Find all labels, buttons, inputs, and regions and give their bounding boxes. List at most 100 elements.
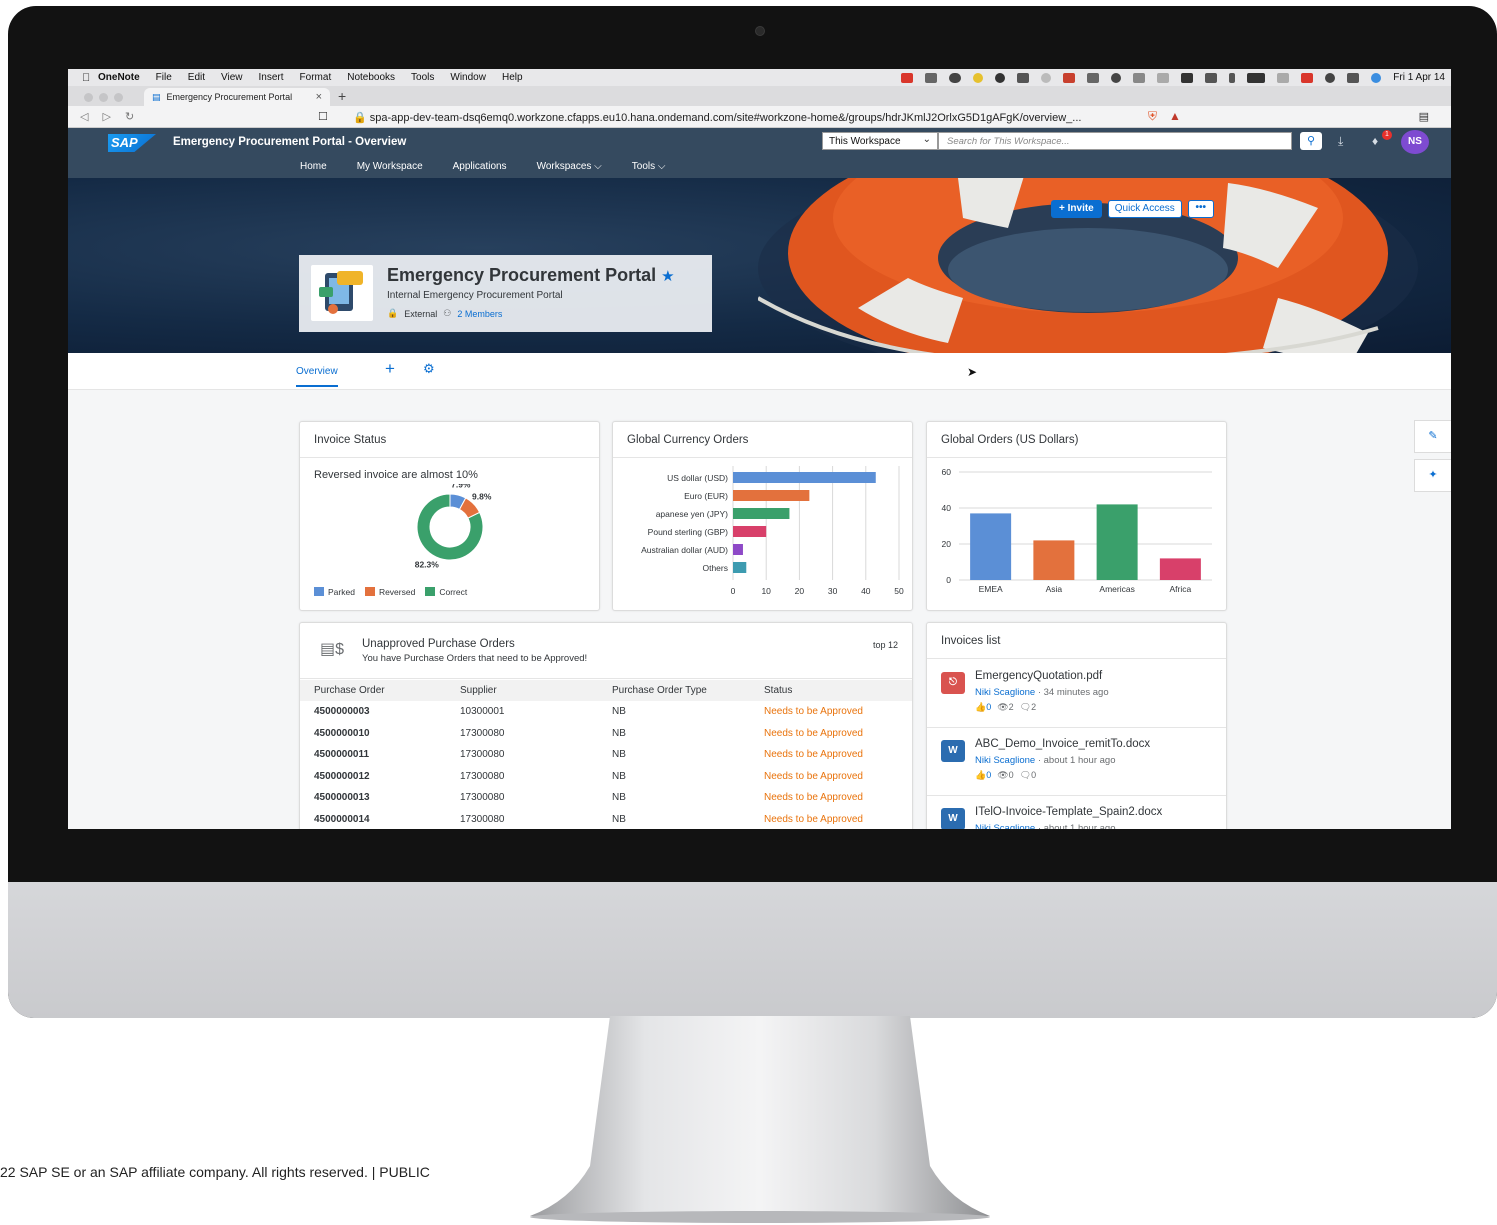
back-icon[interactable]: ◁ [80,110,88,123]
menu-file[interactable]: File [156,72,172,83]
layers-icon[interactable] [1133,72,1146,83]
key-icon[interactable] [1157,72,1170,83]
table-row[interactable]: 4500000011 17300080 NB Needs to be Approved [300,744,912,766]
table-row[interactable]: 4500000010 17300080 NB Needs to be Approved [300,723,912,745]
menu-onenote[interactable]: OneNote [98,72,140,83]
brave-shield-icon[interactable]: ⛨ [1148,109,1157,124]
menu-edit[interactable]: Edit [188,72,205,83]
search-input[interactable]: Search for This Workspace... [938,132,1292,150]
like-icon[interactable]: 👍0 [975,702,991,713]
nav-applications[interactable]: Applications [453,161,507,172]
menu-tools[interactable]: Tools [411,72,434,83]
menu-help[interactable]: Help [502,72,523,83]
sap-logo[interactable]: SAP [108,134,156,152]
members-link[interactable]: 2 Members [457,309,502,319]
cell-po-number[interactable]: 4500000011 [300,744,446,766]
forward-icon[interactable]: ▷ [102,110,110,123]
author-link[interactable]: Niki Scaglione [975,755,1035,766]
battery-icon[interactable] [1247,72,1266,83]
wallet-icon[interactable]: ▤ [1419,110,1429,123]
more-status-icon[interactable] [925,72,938,83]
bluetooth-icon[interactable] [1229,72,1236,83]
bar[interactable] [733,526,767,537]
bar[interactable] [733,472,876,483]
file-name[interactable]: ABC_Demo_Invoice_remitTo.docx [975,738,1150,750]
table-row[interactable]: 4500000014 17300080 NB Needs to be Approved [300,809,912,830]
comments-icon[interactable]: 🗨0 [1020,770,1036,781]
author-link[interactable]: Niki Scaglione [975,687,1035,698]
umbrella-icon[interactable] [1087,72,1100,83]
flag-icon[interactable] [1301,72,1314,83]
customize-icon[interactable]: ✦ [1414,459,1451,492]
bar[interactable] [733,508,790,519]
search-icon[interactable]: ⚲ [1300,132,1322,150]
menubar-clock[interactable]: Fri 1 Apr 14 [1393,72,1445,83]
bar[interactable] [1096,504,1138,580]
url-field[interactable]: 🔒 spa-app-dev-team-dsq6emq0.workzone.cfa… [353,111,1081,124]
menu-insert[interactable]: Insert [259,72,284,83]
avatar[interactable]: NS [1401,130,1429,154]
rewards-icon[interactable]: ▲ [1169,109,1181,124]
comments-icon[interactable]: 🗨2 [1020,702,1036,713]
bar[interactable] [733,544,743,555]
list-item[interactable]: W ITelO-Invoice-Template_Spain2.docx Niki … [927,796,1226,829]
nav-workspaces[interactable]: Workspaces ⌵ [537,161,602,172]
more-button[interactable]: ••• [1187,200,1214,218]
invite-button[interactable]: + Invite [1051,200,1102,218]
bar[interactable] [733,562,747,573]
new-tab-icon[interactable]: + [338,88,346,104]
bar[interactable] [733,490,810,501]
wifi-icon[interactable] [1277,72,1290,83]
menu-notebooks[interactable]: Notebooks [347,72,395,83]
bar[interactable] [1033,540,1075,580]
cell-po-number[interactable]: 4500000012 [300,766,446,788]
shield-status-icon[interactable] [1063,72,1076,83]
quick-access-button[interactable]: Quick Access [1107,200,1182,218]
apple-icon[interactable]:  [82,72,98,84]
tab-overview[interactable]: Overview [296,366,338,387]
browser-tab[interactable]: ▤ Emergency Procurement Portal × [144,88,330,106]
siri-icon[interactable] [1371,72,1382,83]
app-status-icon[interactable] [973,72,984,83]
file-name[interactable]: EmergencyQuotation.pdf [975,670,1102,682]
volume-icon[interactable] [1205,72,1218,83]
nav-my-workspace[interactable]: My Workspace [357,161,423,172]
author-link[interactable]: Niki Scaglione [975,823,1035,829]
bookmark-icon[interactable]: ☐ [318,110,328,123]
maximize-window-icon[interactable] [114,93,123,102]
menu-view[interactable]: View [221,72,243,83]
globe-icon[interactable] [1111,72,1122,83]
close-window-icon[interactable] [84,93,93,102]
cell-po-number[interactable]: 4500000014 [300,809,446,830]
download-icon[interactable]: ⤓ [1338,134,1343,149]
cell-po-number[interactable]: 4500000013 [300,787,446,809]
menu-window[interactable]: Window [450,72,486,83]
search-scope-select[interactable]: This Workspace ⌄ [822,132,938,150]
circle-icon[interactable] [1041,72,1052,83]
menu-format[interactable]: Format [300,72,332,83]
table-row[interactable]: 4500000003 10300001 NB Needs to be Approved [300,701,912,723]
list-item[interactable]: W ABC_Demo_Invoice_remitTo.docx Niki Scagl… [927,728,1226,796]
edit-pencil-icon[interactable]: ✎ [1414,420,1451,453]
list-item[interactable]: ⎋ EmergencyQuotation.pdf Niki Scaglione · … [927,660,1226,728]
control-center-icon[interactable] [1347,72,1360,83]
bar[interactable] [1159,558,1201,580]
cell-po-number[interactable]: 4500000003 [300,701,446,723]
bar[interactable] [970,513,1012,580]
nav-tools[interactable]: Tools ⌵ [632,161,666,172]
record-icon[interactable] [901,72,914,83]
favorite-star-icon[interactable]: ★ [661,268,674,285]
tab-close-icon[interactable]: × [316,91,322,103]
grid-icon[interactable] [1017,72,1030,83]
spotlight-icon[interactable] [1325,72,1336,83]
notification-bell-icon[interactable]: ♦ [1372,134,1378,148]
like-icon[interactable]: 👍0 [975,770,991,781]
nav-home[interactable]: Home [300,161,327,172]
minimize-window-icon[interactable] [99,93,108,102]
gear-icon[interactable]: ⚙ [423,361,435,377]
file-name[interactable]: ITelO-Invoice-Template_Spain2.docx [975,806,1162,818]
battery-meter-icon[interactable] [1181,72,1194,83]
add-page-icon[interactable]: + [385,359,395,379]
table-row[interactable]: 4500000012 17300080 NB Needs to be Approved [300,766,912,788]
table-row[interactable]: 4500000013 17300080 NB Needs to be Approved [300,787,912,809]
